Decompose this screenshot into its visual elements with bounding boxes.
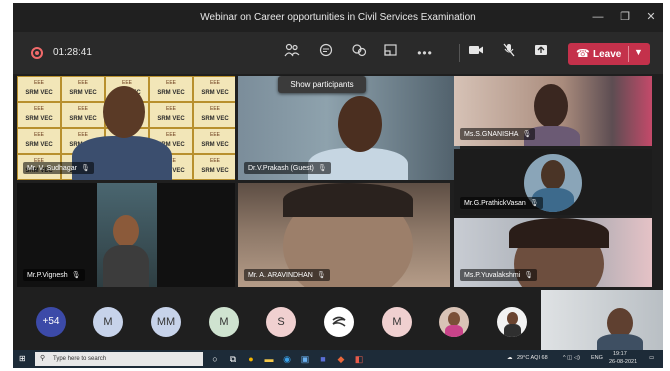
- more-icon[interactable]: •••: [414, 43, 436, 63]
- notification-icon[interactable]: ▭: [649, 355, 654, 361]
- share-icon[interactable]: [530, 43, 552, 63]
- avatar-photo[interactable]: [497, 307, 527, 337]
- language-indicator[interactable]: ENG: [591, 355, 603, 361]
- close-button[interactable]: ✕: [641, 9, 661, 25]
- mic-off-icon: 🎙: [524, 272, 534, 279]
- participant-face: [103, 86, 145, 138]
- video-tile-vignesh[interactable]: Mr.P.Vignesh 🎙: [17, 183, 235, 287]
- windows-start-icon[interactable]: ⊞: [19, 354, 26, 363]
- hang-up-icon: ☎: [576, 48, 590, 60]
- video-tile-aravindhan[interactable]: Mr. A. ARAVINDHAN 🎙: [238, 183, 450, 287]
- mic-off-icon: 🎙: [71, 272, 81, 279]
- more-participants-avatar[interactable]: +54: [36, 307, 66, 337]
- self-view-video[interactable]: [541, 290, 663, 350]
- mic-off-icon: 🎙: [317, 165, 327, 172]
- weather-icon[interactable]: ☁: [507, 355, 513, 361]
- edge-icon[interactable]: ◉: [281, 353, 293, 365]
- reactions-icon[interactable]: [348, 43, 370, 63]
- windows-taskbar: ⊞ ⚲ Type here to search ○ ⧉ ● ▬ ◉ ▣ ■ ◆ …: [13, 350, 663, 368]
- clock-time[interactable]: 19:17: [613, 351, 627, 357]
- avatar[interactable]: M: [209, 307, 239, 337]
- task-view-icon[interactable]: ⧉: [227, 353, 239, 365]
- participant-name: Dr.V.Prakash (Guest) 🎙: [244, 162, 331, 174]
- taskbar-search[interactable]: ⚲ Type here to search: [35, 352, 203, 366]
- cortana-icon[interactable]: ○: [209, 353, 221, 365]
- search-icon: ⚲: [40, 355, 46, 362]
- restore-button[interactable]: ❐: [615, 9, 635, 25]
- app-icon[interactable]: ◆: [335, 353, 347, 365]
- leave-divider: [628, 46, 629, 62]
- leave-label: Leave: [593, 49, 622, 60]
- chevron-down-icon[interactable]: ▼: [634, 47, 643, 57]
- mic-off-icon: 🎙: [80, 165, 90, 172]
- title-bar: Webinar on Career opportunities in Civil…: [13, 3, 663, 32]
- participants-tooltip: Show participants: [278, 76, 366, 93]
- weather-status[interactable]: 29°C AQI 68: [517, 355, 548, 361]
- mic-off-icon[interactable]: [498, 43, 520, 63]
- participant-face: [534, 84, 568, 128]
- chrome-icon[interactable]: ●: [245, 353, 257, 365]
- minimize-button[interactable]: —: [588, 9, 608, 25]
- hair: [283, 183, 413, 217]
- recording-icon: [31, 47, 43, 59]
- video-tile-prathick[interactable]: Mr.G.PrathickVasan 🎙: [454, 149, 652, 215]
- camera-icon[interactable]: [465, 43, 487, 63]
- participant-face: [338, 96, 382, 152]
- avatar[interactable]: M: [382, 307, 412, 337]
- teams-icon[interactable]: ■: [317, 353, 329, 365]
- participant-name: Ms.S.GNANISHA 🎙: [460, 128, 536, 140]
- participant-name: Mr.P.Vignesh 🎙: [23, 269, 85, 281]
- video-tile-yuvalakshmi[interactable]: Ms.P.Yuvalakshmi 🎙: [454, 218, 652, 287]
- mic-off-icon: 🎙: [529, 200, 539, 207]
- meeting-toolbar: 01:28:41 ••• ☎ Leave ▼: [13, 32, 663, 74]
- file-explorer-icon[interactable]: ▬: [263, 353, 275, 365]
- avatar-photo[interactable]: [439, 307, 469, 337]
- meeting-timer: 01:28:41: [53, 47, 92, 58]
- clock-date[interactable]: 26-08-2021: [609, 359, 637, 365]
- window-title: Webinar on Career opportunities in Civil…: [200, 12, 476, 23]
- avatar[interactable]: S: [266, 307, 296, 337]
- participant-name: Ms.P.Yuvalakshmi 🎙: [460, 269, 538, 281]
- avatar[interactable]: M: [93, 307, 123, 337]
- participants-icon[interactable]: [281, 43, 303, 63]
- search-placeholder: Type here to search: [53, 356, 107, 362]
- participant-name: Mr. V. Sudhagar 🎙: [23, 162, 94, 174]
- mic-off-icon: 🎙: [316, 272, 326, 279]
- leave-button[interactable]: ☎ Leave ▼: [568, 43, 650, 65]
- mic-off-icon: 🎙: [522, 131, 532, 138]
- hair: [509, 218, 609, 248]
- share-tray-icon[interactable]: [380, 43, 402, 63]
- participant-video: [97, 183, 157, 287]
- store-icon[interactable]: ▣: [299, 353, 311, 365]
- toolbar-divider: [459, 44, 460, 62]
- avatar-logo[interactable]: [324, 307, 354, 337]
- teams-window: Webinar on Career opportunities in Civil…: [13, 3, 663, 368]
- video-tile-gnanisha[interactable]: Ms.S.GNANISHA 🎙: [454, 76, 652, 146]
- avatar[interactable]: MM: [151, 307, 181, 337]
- video-tile-sudhagar[interactable]: EEESRM VEC EEESRM VEC EEESRM VEC EEESRM …: [17, 76, 235, 180]
- chat-icon[interactable]: [315, 43, 337, 63]
- tray-icons[interactable]: ^ ◫ ◁): [563, 355, 580, 361]
- office-icon[interactable]: ◧: [353, 353, 365, 365]
- participant-name: Mr. A. ARAVINDHAN 🎙: [244, 269, 330, 281]
- participant-name: Mr.G.PrathickVasan 🎙: [460, 197, 543, 209]
